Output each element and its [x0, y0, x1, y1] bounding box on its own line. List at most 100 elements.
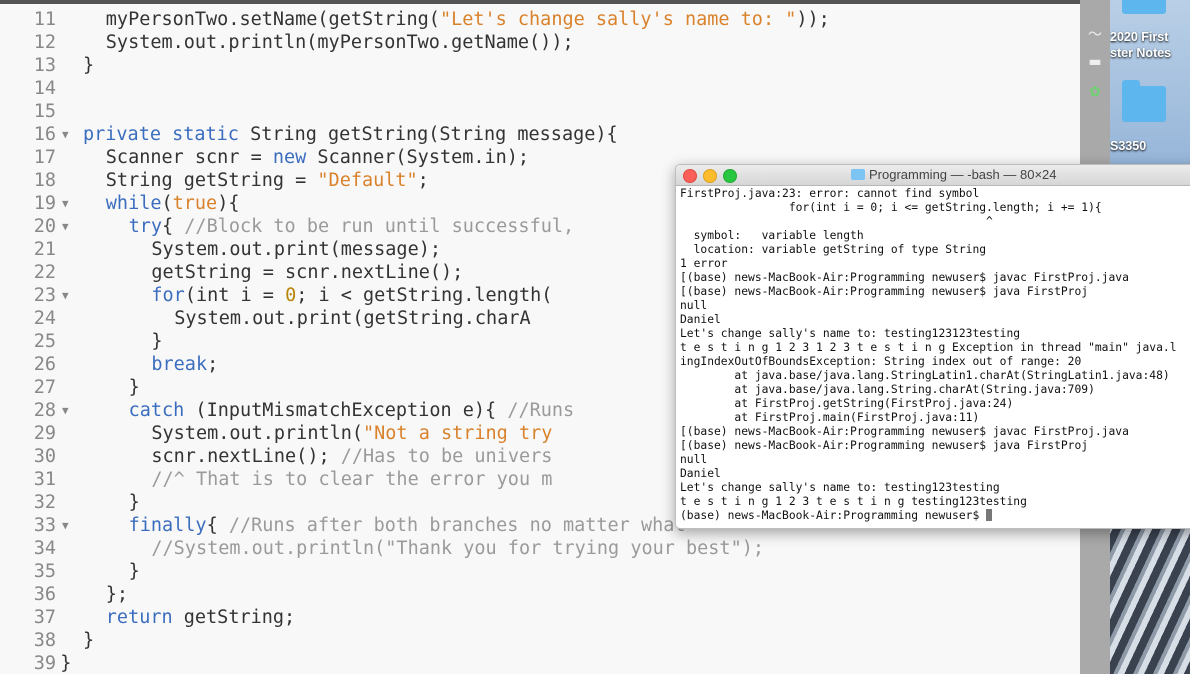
code-token: }: [151, 331, 163, 352]
code-token: new: [272, 147, 307, 168]
code-text: }: [151, 330, 162, 353]
fold-toggle-icon[interactable]: ▼: [62, 284, 69, 307]
code-token: return: [105, 607, 173, 628]
code-text: String getString = "Default";: [106, 169, 429, 192]
code-token: ;: [417, 170, 429, 191]
code-token: }: [128, 377, 140, 398]
code-token: Scanner scnr =: [105, 147, 273, 168]
zoom-button[interactable]: [723, 169, 737, 183]
code-line[interactable]: 15: [0, 100, 1080, 123]
code-text: }: [129, 491, 140, 514]
code-token: break: [151, 354, 208, 375]
line-number: 30: [33, 446, 56, 467]
desktop-folder-icon[interactable]: [1122, 0, 1166, 14]
line-number: 27: [33, 377, 56, 398]
code-line[interactable]: 35}: [0, 560, 1080, 583]
terminal-line: Daniel: [680, 467, 721, 480]
code-token: //Runs after both branches no matter wha…: [228, 515, 686, 536]
line-number: 32: [33, 492, 56, 513]
fold-toggle-icon[interactable]: ▼: [62, 215, 69, 238]
code-token: try: [128, 216, 163, 237]
terminal-title-bar[interactable]: Programming — -bash — 80×24: [676, 165, 1190, 186]
code-token: //^ That is to clear the error you m: [151, 469, 553, 490]
code-token: String getString(String message){: [250, 124, 618, 145]
code-line[interactable]: 34 //System.out.println("Thank you for tr…: [0, 537, 1080, 560]
code-token: //Has to be univers: [340, 446, 553, 467]
line-number: 28: [33, 400, 56, 421]
desktop-item-label[interactable]: S3350: [1110, 139, 1190, 153]
code-line[interactable]: 13}: [0, 54, 1080, 77]
code-token: {: [206, 515, 229, 536]
code-text: }: [129, 376, 140, 399]
code-text: myPersonTwo.setName(getString("Let's cha…: [106, 8, 830, 31]
code-text: while(true){: [106, 192, 240, 215]
desktop-item-label[interactable]: 2020 First: [1110, 30, 1190, 44]
code-token: System.out.println(myPersonTwo.getName()…: [105, 32, 574, 53]
line-number: 38: [33, 630, 56, 651]
terminal-line: symbol: variable length: [680, 229, 864, 242]
fold-toggle-icon[interactable]: ▼: [62, 399, 69, 422]
folder-icon: [851, 169, 865, 180]
desktop-item-label[interactable]: ster Notes: [1110, 46, 1190, 60]
code-line[interactable]: 12 System.out.println(myPersonTwo.getName…: [0, 31, 1080, 54]
editor-top-edge: [0, 0, 1080, 4]
code-token: }: [128, 561, 140, 582]
terminal-line: Let's change sally's name to: testing123…: [680, 327, 1021, 340]
terminal-prompt: (base) news-MacBook-Air:Programming newu…: [680, 509, 987, 522]
code-token: finally: [128, 515, 207, 536]
line-number: 33: [33, 515, 56, 536]
code-token: (InputMismatchException e){: [184, 400, 508, 421]
code-token: }: [83, 55, 95, 76]
code-token: System.out.println(: [151, 423, 364, 444]
code-line[interactable]: 37 return getString;: [0, 606, 1080, 629]
code-token: ));: [796, 9, 830, 30]
line-number: 26: [33, 354, 56, 375]
code-token: ;: [207, 354, 219, 375]
code-text: System.out.print(getString.charA: [174, 307, 530, 330]
line-number: 20: [33, 216, 56, 237]
line-number: 36: [33, 584, 56, 605]
code-token: for: [151, 285, 185, 306]
code-token: //System.out.println("Thank you for tryi…: [151, 538, 764, 559]
code-line[interactable]: 38}: [0, 629, 1080, 652]
activity-chart-icon[interactable]: 〜: [1086, 24, 1104, 43]
code-text: };: [106, 583, 128, 606]
terminal-window[interactable]: Programming — -bash — 80×24 FirstProj.ja…: [675, 164, 1190, 529]
code-token: while: [105, 193, 162, 214]
code-token: }: [83, 630, 95, 651]
terminal-line: ingIndexOutOfBoundsException: String ind…: [680, 355, 1082, 368]
code-text: System.out.println(myPersonTwo.getName()…: [106, 31, 574, 54]
terminal-line: location: variable getString of type Str…: [680, 243, 987, 256]
terminal-output[interactable]: FirstProj.java:23: error: cannot find sy…: [680, 187, 1190, 523]
code-token: private static: [83, 124, 251, 145]
terminal-prompt-line[interactable]: (base) news-MacBook-Air:Programming newu…: [680, 509, 1190, 523]
fold-toggle-icon[interactable]: ▼: [62, 123, 69, 146]
code-text: try{ //Block to be run until successful,: [129, 215, 586, 238]
fold-toggle-icon[interactable]: ▼: [62, 514, 69, 537]
code-line[interactable]: 36};: [0, 583, 1080, 606]
code-line[interactable]: 16 ▼ private static String getString(Strin…: [0, 123, 1080, 146]
close-button[interactable]: [683, 169, 697, 183]
desktop-folder-icon[interactable]: [1122, 80, 1166, 122]
code-token: "Not a string try: [363, 423, 553, 444]
line-number: 24: [33, 308, 56, 329]
wallpaper-mountain: [1110, 520, 1190, 674]
terminal-line: at java.base/java.lang.StringLatin1.char…: [680, 369, 1170, 382]
gift-icon[interactable]: ✿: [1086, 84, 1104, 102]
code-line[interactable]: 39}: [0, 652, 1080, 674]
code-text: private static String getString(String m…: [83, 123, 618, 146]
fold-toggle-icon[interactable]: ▼: [62, 192, 69, 215]
line-number: 39: [33, 653, 56, 674]
terminal-line: [(base) news-MacBook-Air:Programming new…: [680, 271, 1129, 284]
code-text: //System.out.println("Thank you for tryi…: [151, 537, 764, 560]
terminal-line: [(base) news-MacBook-Air:Programming new…: [680, 439, 1089, 452]
code-line[interactable]: 14: [0, 77, 1080, 100]
code-text: //^ That is to clear the error you m: [151, 468, 552, 491]
terminal-line: t e s t i n g 1 2 3 1 2 3 t e s t i n g …: [680, 341, 1177, 354]
code-token: 0: [285, 285, 297, 306]
code-line[interactable]: 11 myPersonTwo.setName(getString("Let's c…: [0, 8, 1080, 31]
minimize-button[interactable]: [703, 169, 717, 183]
terminal-line: [(base) news-MacBook-Air:Programming new…: [680, 425, 1129, 438]
battery-icon[interactable]: ▬: [1086, 54, 1104, 72]
terminal-line: at FirstProj.main(FirstProj.java:11): [680, 411, 980, 424]
